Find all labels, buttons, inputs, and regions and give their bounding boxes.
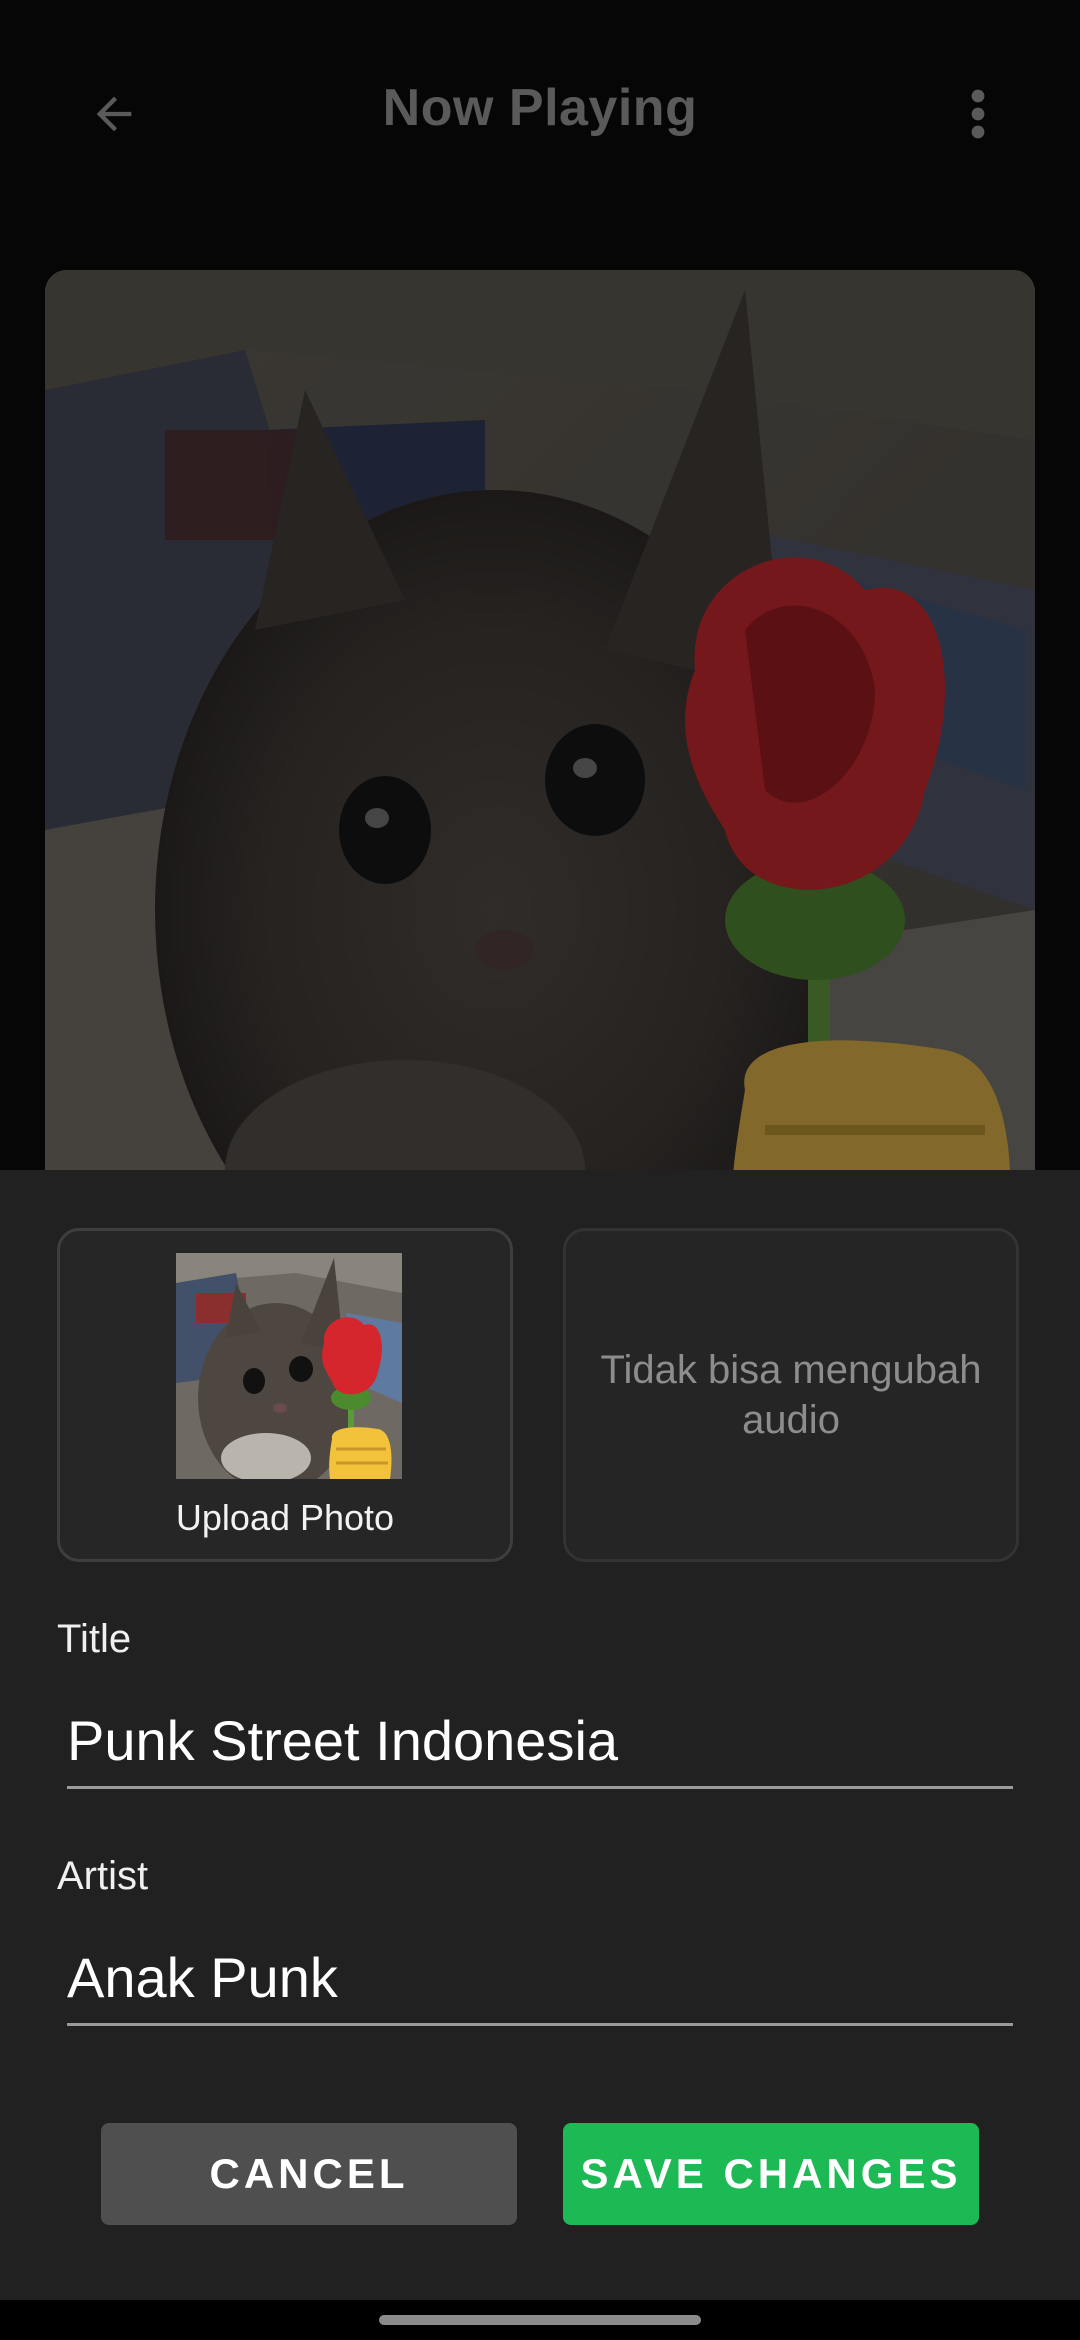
album-art-thumbnail-image: [176, 1253, 402, 1479]
artist-label: Artist: [57, 1854, 149, 1898]
more-vert-icon: [971, 89, 985, 139]
cancel-button[interactable]: CANCEL: [101, 2123, 517, 2225]
artist-input[interactable]: [67, 1937, 1013, 2026]
home-indicator[interactable]: [379, 2315, 701, 2325]
system-nav-bar: [0, 2300, 1080, 2340]
audio-card: Tidak bisa mengubah audio: [563, 1228, 1019, 1562]
album-art-image: [45, 270, 1035, 1270]
more-options-button[interactable]: [936, 72, 1020, 156]
photo-thumbnail: [176, 1253, 402, 1479]
edit-track-sheet: Upload Photo Tidak bisa mengubah audio T…: [0, 1170, 1080, 2300]
upload-photo-label: Upload Photo: [175, 1497, 395, 1538]
album-artwork: [45, 270, 1035, 1270]
title-label: Title: [57, 1617, 132, 1661]
audio-disabled-label: Tidak bisa mengubah audio: [600, 1348, 982, 1442]
upload-photo-card[interactable]: Upload Photo: [57, 1228, 513, 1562]
title-input[interactable]: [67, 1700, 1013, 1789]
app-bar: Now Playing: [0, 0, 1080, 225]
save-changes-button[interactable]: SAVE CHANGES: [563, 2123, 979, 2225]
page-title: Now Playing: [382, 79, 698, 137]
